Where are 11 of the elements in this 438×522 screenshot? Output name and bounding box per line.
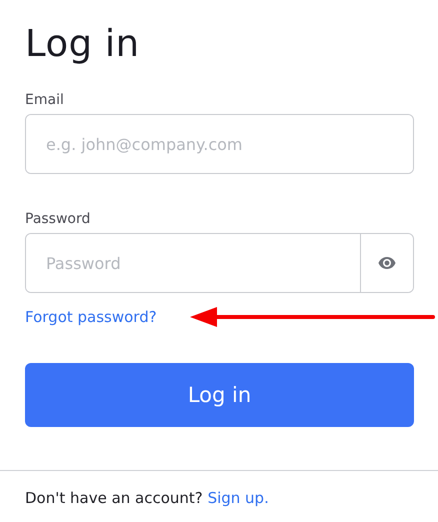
forgot-password-link[interactable]: Forgot password? [25,308,157,326]
show-password-button[interactable] [360,234,413,292]
field-label: Password [25,211,90,227]
sign-up-link[interactable]: Sign up. [208,489,269,507]
password-field[interactable]: Password [25,233,414,293]
page-title: Log in [25,21,141,67]
signup-prompt: Don't have an account? Sign up. [25,489,270,507]
eye-icon [378,257,396,269]
login-button[interactable]: Log in [25,363,414,427]
field-label: Email [25,92,64,108]
email-input[interactable]: e.g. john@company.com [26,115,413,173]
